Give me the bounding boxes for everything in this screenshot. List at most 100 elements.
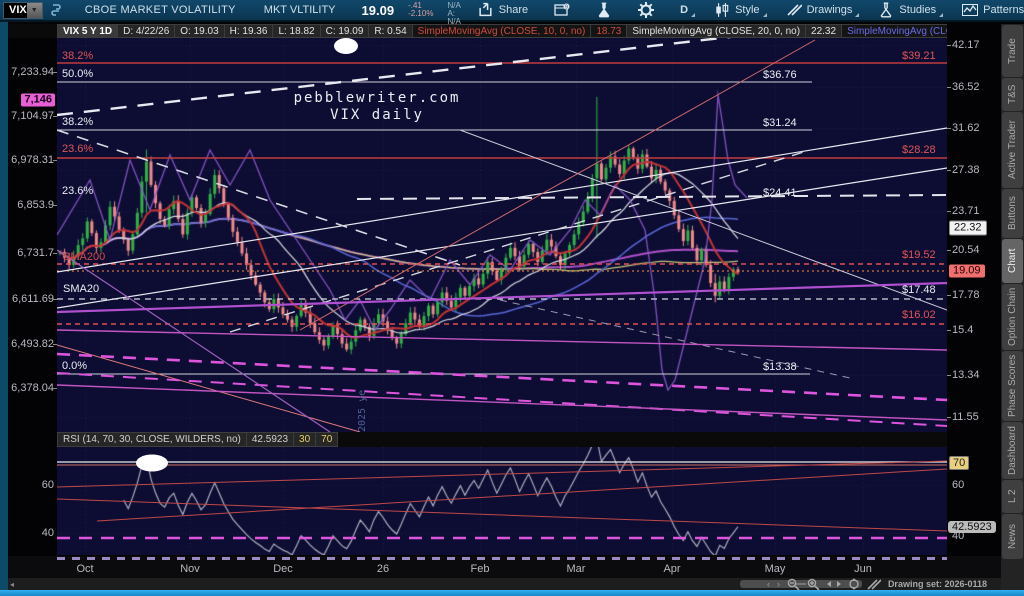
symbol-input[interactable]: VIX ▼ [3,1,43,19]
zoom-out-icon[interactable] [787,578,800,590]
flask-icon [598,2,610,18]
month-label[interactable]: Oct [76,563,93,575]
sidebar-tab-l-2[interactable]: L 2 [1002,480,1023,513]
style-button[interactable]: Style [705,0,768,20]
left-axis-label: 7,233.94 [11,66,54,78]
price-change: -.41 -2.10% [408,1,434,18]
right-axis-tick [947,375,951,376]
month-label[interactable]: May [765,563,786,575]
sidebar-tab-t-s[interactable]: T&S [1002,78,1023,111]
fib-level-label[interactable]: 23.6% [62,185,93,197]
rsi-right-axis-label: 60 [952,479,965,491]
month-label[interactable]: 26 [377,563,389,575]
month-label[interactable]: Mar [567,563,586,575]
timeframe-button[interactable]: D [671,0,697,20]
rsi-70-badge: 70 [949,456,970,470]
symbol-value: VIX [9,4,27,16]
right-axis-label: 36.52 [952,81,980,93]
analyze-button[interactable] [587,0,621,20]
last-price-axis-box: 19.09 [949,264,985,278]
chart-scrollbar[interactable]: ◂ ‹ › Drawing set: 2026-0118 [8,578,1001,590]
sidebar-tab-active-trader[interactable]: Active Trader [1002,112,1023,188]
rsi-study-header: RSI (14, 70, 30, CLOSE, WILDERS, no) 42.… [57,432,947,447]
right-axis-tick [947,250,951,251]
drawing-pencil-icon[interactable] [867,578,881,590]
left-axis-label: 6,611.69 [11,293,54,305]
symbol-dropdown-arrow-icon[interactable]: ▼ [26,2,42,18]
month-label[interactable]: Apr [663,563,680,575]
reset-zoom-icon[interactable] [848,578,860,590]
price-target-label[interactable]: $28.28 [902,144,936,156]
drawing-set-label[interactable]: Drawing set: 2026-0118 [888,579,987,589]
left-edge-strip [0,22,8,590]
rsi-plot[interactable] [57,447,947,555]
time-axis: Oct Nov Dec 26 Feb Mar Apr May Jun [8,556,1001,578]
sidebar-tab-chart[interactable]: Chart [1002,239,1023,283]
sidebar-tab-trade[interactable]: Trade [1002,25,1023,77]
right-axis-label: 31.62 [952,122,980,134]
studies-flask-icon [881,2,892,18]
thinkorswim-window: VIX ▼ CBOE MARKET VOLATILITY MKT VLTILIT… [0,0,1024,596]
patterns-button[interactable]: Patterns [953,0,1024,20]
header-open: O: 19.03 [175,24,225,38]
fib-level-label[interactable]: 50.0% [62,68,93,80]
calendar-clock-icon: 9 [554,3,570,16]
right-axis-label: 20.54 [952,244,980,256]
chart-title[interactable]: VIX 5 Y 1D [57,24,119,38]
sma20-study-label[interactable]: SimpleMovingAvg (CLOSE, 20, 0, no) [627,24,807,38]
right-axis-tick [947,45,951,46]
sidebar-tab-news[interactable]: News [1002,514,1023,559]
price-target-label[interactable]: $19.52 [902,249,936,261]
main-chart-plot[interactable]: pebblewriter.com VIX daily 2025 ye 38.2%… [57,38,947,432]
right-axis-tick [947,211,951,212]
price-target-label[interactable]: $13.38 [763,361,797,373]
fib-level-label[interactable]: 0.0% [62,360,87,372]
drawings-button[interactable]: Drawings [777,0,862,20]
vertical-year-note: 2025 ye [357,389,368,432]
price-target-label[interactable]: $16.02 [902,309,936,321]
month-label[interactable]: Dec [273,563,293,575]
rsi-left-axis-label: 60 [41,479,54,491]
sidebar-tab-dashboard[interactable]: Dashboard [1002,422,1023,479]
price-target-label[interactable]: $31.24 [763,117,797,129]
horizontal-resize-icon[interactable] [826,579,841,589]
sidebar-tab-phase-scores[interactable]: Phase Scores [1002,351,1023,421]
pan-left-icon[interactable]: ‹ [767,578,770,590]
gear-icon [638,2,655,18]
month-label[interactable]: Feb [471,563,490,575]
sma20-axis-box: 22.32 [949,220,987,236]
price-target-label[interactable]: $17.48 [902,284,936,296]
magenta-price-badge: 7,146 [21,93,55,107]
rsi-study-label[interactable]: RSI (14, 70, 30, CLOSE, WILDERS, no) [57,432,247,447]
svg-text:9: 9 [565,5,568,11]
left-axis-label: 6,978.31 [11,154,54,166]
rsi-value-badge: 42.5923 [948,521,996,533]
right-axis-label: 27.38 [952,164,980,176]
month-label[interactable]: Jun [854,563,872,575]
zoom-in-icon[interactable] [807,578,820,590]
studies-button[interactable]: Studies [869,0,945,20]
sma10-study-label[interactable]: SimpleMovingAvg (CLOSE, 10, 0, no) [412,24,592,38]
sidebar-tab-buttons[interactable]: Buttons [1002,189,1023,238]
link-chain-icon[interactable] [49,2,63,18]
share-button[interactable]: Share [469,0,537,20]
top-toolbar: VIX ▼ CBOE MARKET VOLATILITY MKT VLTILIT… [0,0,1024,26]
sma200-line-label: SMA200 [63,251,106,263]
sma20-line-label: SMA20 [63,283,100,295]
fib-level-label[interactable]: 38.2% [62,50,93,62]
right-axis-tick [947,330,951,331]
fib-level-label[interactable]: 23.6% [62,143,93,155]
patterns-icon [962,4,979,16]
trendlines-layer [57,38,947,432]
settings-button[interactable] [629,0,663,20]
price-target-label[interactable]: $39.21 [902,50,936,62]
pan-right-icon[interactable]: › [777,578,780,590]
sidebar-tab-option-chain[interactable]: Option Chain [1002,284,1023,350]
price-target-label[interactable]: $36.76 [763,69,797,81]
rsi-lines-layer [57,454,947,540]
calendar-events-button[interactable]: 9 [545,0,579,20]
month-label[interactable]: Nov [180,563,200,575]
fib-level-label[interactable]: 38.2% [62,116,93,128]
scroll-left-arrow-icon[interactable]: ◂ [10,580,14,589]
price-target-label[interactable]: $24.41 [763,187,797,199]
